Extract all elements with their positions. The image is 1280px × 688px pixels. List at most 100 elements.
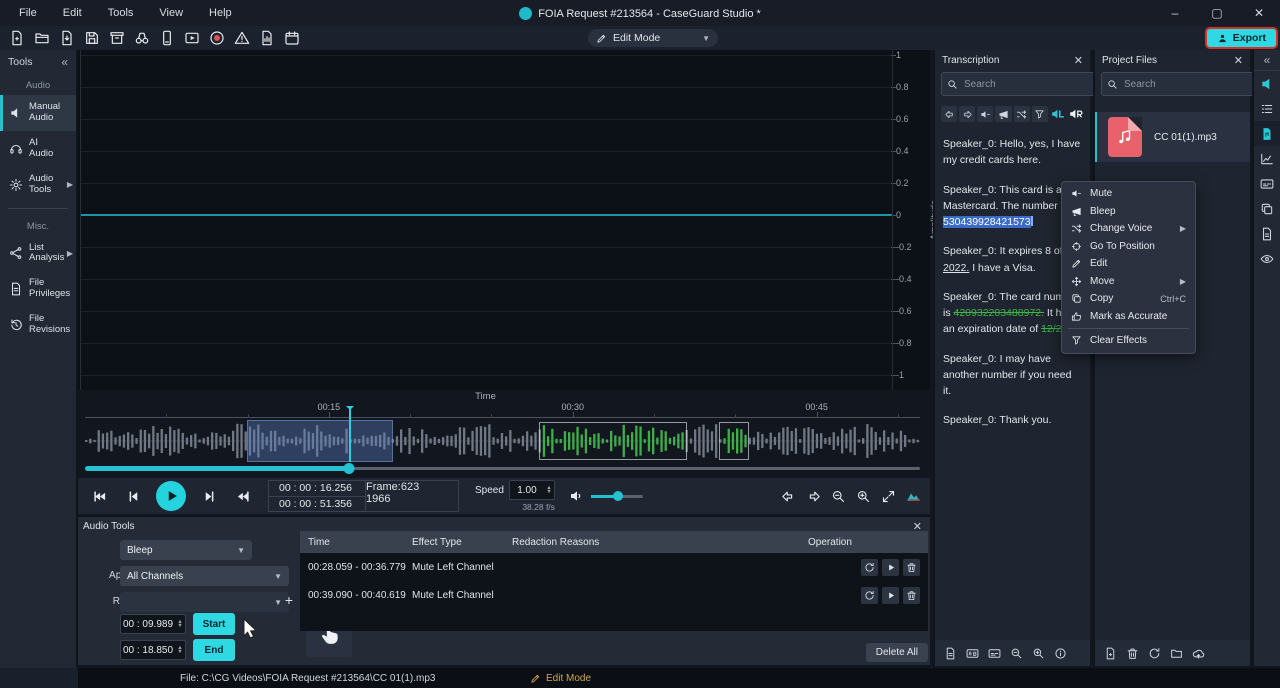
end-time-input[interactable]: 00 : 18.850 ▲▼ <box>120 640 186 660</box>
trash-button[interactable] <box>1126 647 1139 660</box>
close-button[interactable]: ✕ <box>1238 0 1280 26</box>
update-effect-button[interactable] <box>861 559 878 576</box>
sidebar-item-list-analysis[interactable]: ListAnalysis▶ <box>0 236 76 272</box>
set-end-button[interactable]: End <box>193 639 235 661</box>
play-effect-button[interactable] <box>882 587 899 604</box>
set-start-button[interactable]: Start <box>193 613 235 635</box>
clear-effects-button[interactable] <box>1032 106 1048 122</box>
playhead[interactable] <box>349 406 351 462</box>
speaker-r-button[interactable] <box>1068 106 1084 122</box>
effect-region-outline[interactable] <box>719 422 750 460</box>
sidebar-item-file-revisions[interactable]: FileRevisions <box>0 307 76 343</box>
close-project-files-icon[interactable]: ✕ <box>1234 54 1243 67</box>
volume-slider[interactable] <box>591 491 643 501</box>
close-transcription-icon[interactable]: ✕ <box>1074 54 1083 67</box>
context-item-edit[interactable]: Edit <box>1062 255 1195 273</box>
delete-all-button[interactable]: Delete All <box>866 643 928 662</box>
report-button[interactable] <box>257 29 276 48</box>
next-frame-button[interactable] <box>198 485 220 507</box>
file-plus-button[interactable] <box>1104 647 1117 660</box>
captions-button[interactable] <box>988 647 1001 660</box>
collapse-sidebar-icon[interactable]: « <box>61 55 68 69</box>
context-item-mark-as-accurate[interactable]: Mark as Accurate <box>1062 308 1195 326</box>
menu-help[interactable]: Help <box>196 7 245 19</box>
context-item-copy[interactable]: CopyCtrl+C <box>1062 290 1195 308</box>
skip-start-button[interactable] <box>88 485 110 507</box>
skip-end-button[interactable] <box>232 485 254 507</box>
redo-button[interactable] <box>802 485 824 507</box>
transcript-segment[interactable]: Speaker_0: Hello, yes, I have my credit … <box>943 136 1082 169</box>
doc-button[interactable] <box>944 647 957 660</box>
menu-tools[interactable]: Tools <box>95 7 147 19</box>
panel-toggle-visibility[interactable] <box>1254 246 1280 271</box>
sidebar-item-manual-audio[interactable]: ManualAudio <box>0 95 76 131</box>
context-item-bleep[interactable]: Bleep <box>1062 203 1195 221</box>
minimize-button[interactable]: – <box>1154 0 1196 26</box>
transcription-search-input[interactable] <box>962 78 1098 91</box>
play-button[interactable] <box>156 481 186 511</box>
sidebar-item-file-privileges[interactable]: FilePrivileges <box>0 271 76 307</box>
update-effect-button[interactable] <box>861 587 878 604</box>
delete-effect-button[interactable] <box>903 559 920 576</box>
menu-file[interactable]: File <box>6 7 50 19</box>
amplitude-chart[interactable]: 10.80.60.40.20-0.2-0.4-0.6-0.8-1 Amplitu… <box>78 50 930 390</box>
fit-view-button[interactable] <box>877 485 899 507</box>
effect-select[interactable]: Bleep▼ <box>120 540 252 560</box>
seek-handle[interactable] <box>344 463 355 474</box>
captions-ab-button[interactable] <box>966 647 979 660</box>
refresh-button[interactable] <box>1148 647 1161 660</box>
menu-edit[interactable]: Edit <box>50 7 95 19</box>
panel-toggle-file-report[interactable] <box>1254 221 1280 246</box>
timeline-ruler[interactable]: 00:1500:3000:45 <box>85 404 920 420</box>
speed-stepper[interactable]: ▲▼ <box>544 486 554 494</box>
shuffle-button[interactable] <box>1014 106 1030 122</box>
context-item-move[interactable]: Move▶ <box>1062 273 1195 291</box>
panel-toggle-captions[interactable] <box>1254 171 1280 196</box>
add-reason-button[interactable]: + <box>281 592 297 608</box>
schedule-button[interactable] <box>282 29 301 48</box>
arrow-left-button[interactable] <box>941 106 957 122</box>
context-item-mute[interactable]: Mute <box>1062 185 1195 203</box>
zoom-out-button[interactable] <box>827 485 849 507</box>
arrow-right-button[interactable] <box>959 106 975 122</box>
context-item-go-to-position[interactable]: Go To Position <box>1062 238 1195 256</box>
mode-dropdown[interactable]: Edit Mode ▼ <box>588 29 718 47</box>
play-effect-button[interactable] <box>882 559 899 576</box>
zoom-out-button[interactable] <box>1010 647 1023 660</box>
speed-input[interactable]: 1.00 ▲▼ <box>509 480 555 500</box>
export-button[interactable]: Export <box>1207 29 1276 47</box>
sidebar-item-audio-tools[interactable]: AudioTools▶ <box>0 167 76 203</box>
start-time-input[interactable]: 00 : 09.989 ▲▼ <box>120 614 186 634</box>
delete-effect-button[interactable] <box>903 587 920 604</box>
apply-to-select[interactable]: All Channels▼ <box>120 566 289 586</box>
undo-button[interactable] <box>777 485 799 507</box>
zoom-in-button[interactable] <box>852 485 874 507</box>
find-button[interactable] <box>132 29 151 48</box>
transcript-segment[interactable]: Speaker_0: I may have another number if … <box>943 351 1082 400</box>
device-button[interactable] <box>157 29 176 48</box>
megaphone-button[interactable] <box>995 106 1011 122</box>
project-file-item[interactable]: CC 01(1).mp3 <box>1095 112 1250 162</box>
folder-button[interactable] <box>1170 647 1183 660</box>
import-file-button[interactable] <box>57 29 76 48</box>
info-button[interactable] <box>1054 647 1067 660</box>
reason-select[interactable]: ▼ <box>120 592 289 612</box>
maximize-button[interactable]: ▢ <box>1196 0 1238 26</box>
alert-button[interactable] <box>232 29 251 48</box>
panel-toggle-copies[interactable] <box>1254 196 1280 221</box>
context-item-change-voice[interactable]: Change Voice▶ <box>1062 220 1195 238</box>
open-folder-button[interactable] <box>32 29 51 48</box>
effect-row[interactable]: 00:39.090 - 00:40.619Mute Left Channel <box>300 581 928 609</box>
previous-frame-button[interactable] <box>122 485 144 507</box>
effect-region-outline[interactable] <box>539 422 687 460</box>
menu-view[interactable]: View <box>146 7 196 19</box>
seek-bar[interactable] <box>85 464 920 472</box>
record-button[interactable] <box>207 29 226 48</box>
panel-toggle-effects-list[interactable] <box>1254 96 1280 121</box>
project-files-search-input[interactable] <box>1122 78 1258 91</box>
archive-button[interactable] <box>107 29 126 48</box>
zoom-in-button[interactable] <box>1032 647 1045 660</box>
collapse-panels-icon[interactable]: « <box>1254 50 1280 71</box>
volume-icon[interactable] <box>569 488 585 504</box>
panel-toggle-project-files[interactable] <box>1254 121 1280 146</box>
